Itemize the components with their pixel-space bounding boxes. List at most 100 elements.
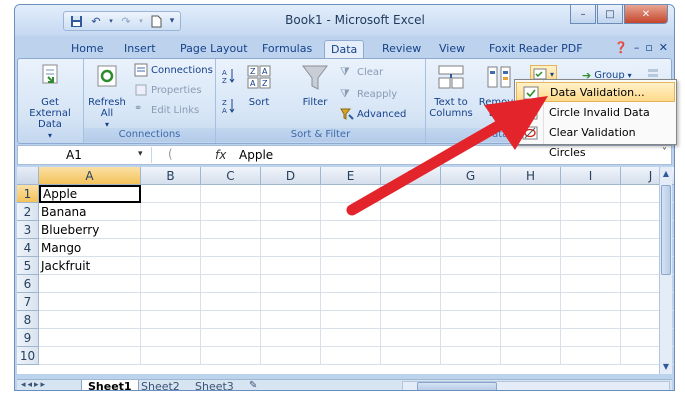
cell-b1[interactable] [141,185,201,203]
maximize-button[interactable]: □ [597,5,623,24]
cell-e5[interactable] [321,257,381,275]
cell-b8[interactable] [141,311,201,329]
cell-e10[interactable] [321,347,381,365]
cell-d4[interactable] [261,239,321,257]
cell-f3[interactable] [381,221,441,239]
name-box[interactable]: A1 [20,147,152,163]
cell-h8[interactable] [501,311,561,329]
cell-d9[interactable] [261,329,321,347]
sort-za-button[interactable]: ZA [222,97,236,115]
column-header-f[interactable]: F [381,167,441,185]
row-header-9[interactable]: 9 [17,329,39,347]
undo-dropdown-icon[interactable]: ▾ [108,13,114,29]
close-button[interactable]: ✕ [624,5,668,24]
cell-a5[interactable]: Jackfruit [39,257,141,275]
cell-f6[interactable] [381,275,441,293]
cell-a1[interactable]: Apple [39,185,141,203]
horizontal-scrollbar[interactable] [402,381,670,390]
sheet-tab-sheet3[interactable]: Sheet3 [189,380,240,390]
cell-g10[interactable] [441,347,501,365]
cell-d6[interactable] [261,275,321,293]
cell-g9[interactable] [441,329,501,347]
row-header-6[interactable]: 6 [17,275,39,293]
cell-h3[interactable] [501,221,561,239]
menu-item-data-validation[interactable]: Data Validation... [516,82,675,102]
row-header-2[interactable]: 2 [17,203,39,221]
cell-b9[interactable] [141,329,201,347]
new-icon[interactable] [148,13,164,29]
cell-c1[interactable] [201,185,261,203]
cell-h9[interactable] [501,329,561,347]
edit-links-button[interactable]: ⚭ Edit Links [134,103,199,117]
cell-e8[interactable] [321,311,381,329]
column-header-i[interactable]: I [561,167,621,185]
cell-a7[interactable] [39,293,141,311]
ribbon-close-icon[interactable]: ✕ [659,41,668,54]
connections-button[interactable]: Connections [134,63,213,77]
cell-b3[interactable] [141,221,201,239]
name-box-dropdown-icon[interactable]: ▾ [138,149,143,159]
row-header-8[interactable]: 8 [17,311,39,329]
reapply-button[interactable]: ⧩ Reapply [340,87,397,101]
column-header-a[interactable]: A [39,167,141,185]
cell-d10[interactable] [261,347,321,365]
select-all-corner[interactable] [17,167,39,185]
cell-g1[interactable] [441,185,501,203]
row-header-1[interactable]: 1 [17,185,39,203]
row-header-7[interactable]: 7 [17,293,39,311]
cell-e6[interactable] [321,275,381,293]
cell-e3[interactable] [321,221,381,239]
cell-c9[interactable] [201,329,261,347]
tab-page-layout[interactable]: Page Layout [174,40,254,58]
cell-c8[interactable] [201,311,261,329]
help-icon[interactable]: ❓ [614,41,628,54]
cell-f10[interactable] [381,347,441,365]
formula-input[interactable]: Apple [239,147,273,163]
column-header-d[interactable]: D [261,167,321,185]
tab-data[interactable]: Data [324,40,365,58]
cell-a10[interactable] [39,347,141,365]
cell-f1[interactable] [381,185,441,203]
tab-view[interactable]: View [433,40,471,58]
cell-c7[interactable] [201,293,261,311]
cell-h5[interactable] [501,257,561,275]
cell-f7[interactable] [381,293,441,311]
cell-f4[interactable] [381,239,441,257]
sort-az-button[interactable]: AZ [222,67,236,85]
advanced-filter-button[interactable]: Advanced [340,107,406,121]
cell-a3[interactable]: Blueberry [39,221,141,239]
cell-d5[interactable] [261,257,321,275]
clear-filter-button[interactable]: ⧩ Clear [340,65,383,79]
cell-c2[interactable] [201,203,261,221]
column-header-c[interactable]: C [201,167,261,185]
formula-bar-expander-icon[interactable]: ( [168,147,173,161]
cell-e4[interactable] [321,239,381,257]
column-header-g[interactable]: G [441,167,501,185]
scroll-down-icon[interactable]: ▼ [661,362,671,372]
redo-icon[interactable]: ↷ [118,13,134,29]
tab-review[interactable]: Review [376,40,427,58]
cell-h4[interactable] [501,239,561,257]
cell-i1[interactable] [561,185,621,203]
tab-formulas[interactable]: Formulas [256,40,318,58]
cell-h2[interactable] [501,203,561,221]
ribbon-minimize-icon[interactable]: – [634,41,640,54]
cell-h1[interactable] [501,185,561,203]
row-header-4[interactable]: 4 [17,239,39,257]
cell-b5[interactable] [141,257,201,275]
ribbon-restore-icon[interactable]: ▫ [645,41,652,54]
save-icon[interactable] [68,13,84,29]
cell-i10[interactable] [561,347,621,365]
tab-home[interactable]: Home [65,40,109,58]
cell-c4[interactable] [201,239,261,257]
sheet-tab-sheet1[interactable]: Sheet1 [81,380,139,390]
properties-button[interactable]: Properties [134,83,202,97]
customize-qat-icon[interactable]: ▾ [168,13,176,29]
cell-b4[interactable] [141,239,201,257]
tab-insert[interactable]: Insert [118,40,162,58]
row-header-5[interactable]: 5 [17,257,39,275]
cell-a4[interactable]: Mango [39,239,141,257]
cell-g6[interactable] [441,275,501,293]
column-header-b[interactable]: B [141,167,201,185]
text-to-columns-button[interactable]: Text to Columns [426,63,476,119]
